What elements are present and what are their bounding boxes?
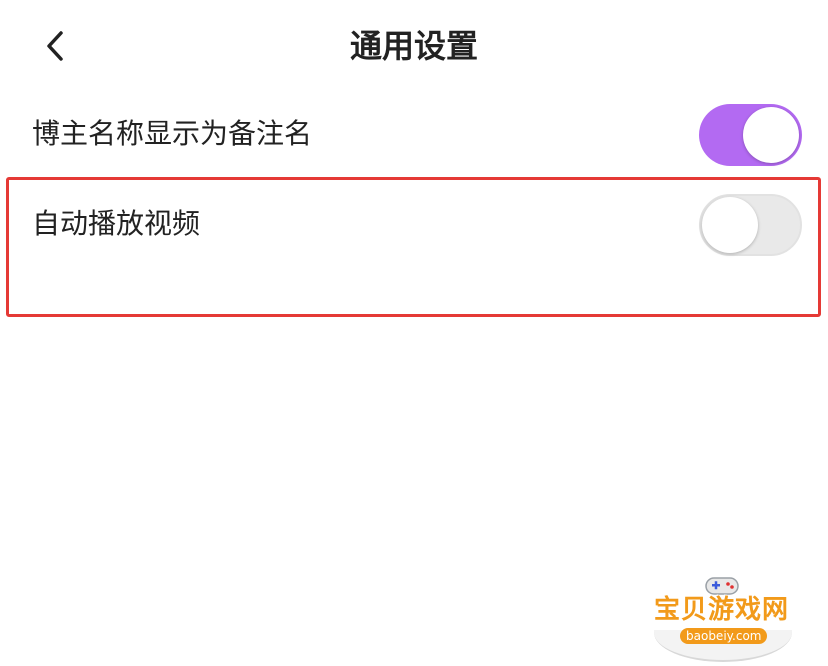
setting-row-autoplay-video: 自动播放视频 — [0, 190, 828, 260]
toggle-knob — [743, 107, 799, 163]
gamepad-icon — [705, 577, 739, 595]
show-remark-name-toggle[interactable] — [699, 104, 802, 166]
autoplay-video-toggle[interactable] — [699, 194, 802, 256]
settings-page: 通用设置 博主名称显示为备注名 自动播放视频 宝贝游戏网 baobeiy.com — [0, 0, 828, 666]
watermark-title: 宝贝游戏网 — [654, 595, 790, 625]
setting-label: 博主名称显示为备注名 — [32, 117, 313, 150]
setting-label: 自动播放视频 — [32, 207, 201, 240]
watermark-url: baobeiy.com — [680, 628, 768, 644]
watermark-logo: 宝贝游戏网 baobeiy.com — [648, 572, 798, 662]
toggle-knob — [702, 197, 758, 253]
setting-row-show-remark-name: 博主名称显示为备注名 — [0, 100, 828, 170]
page-title: 通用设置 — [349, 27, 478, 65]
header-bar: 通用设置 — [0, 0, 828, 92]
